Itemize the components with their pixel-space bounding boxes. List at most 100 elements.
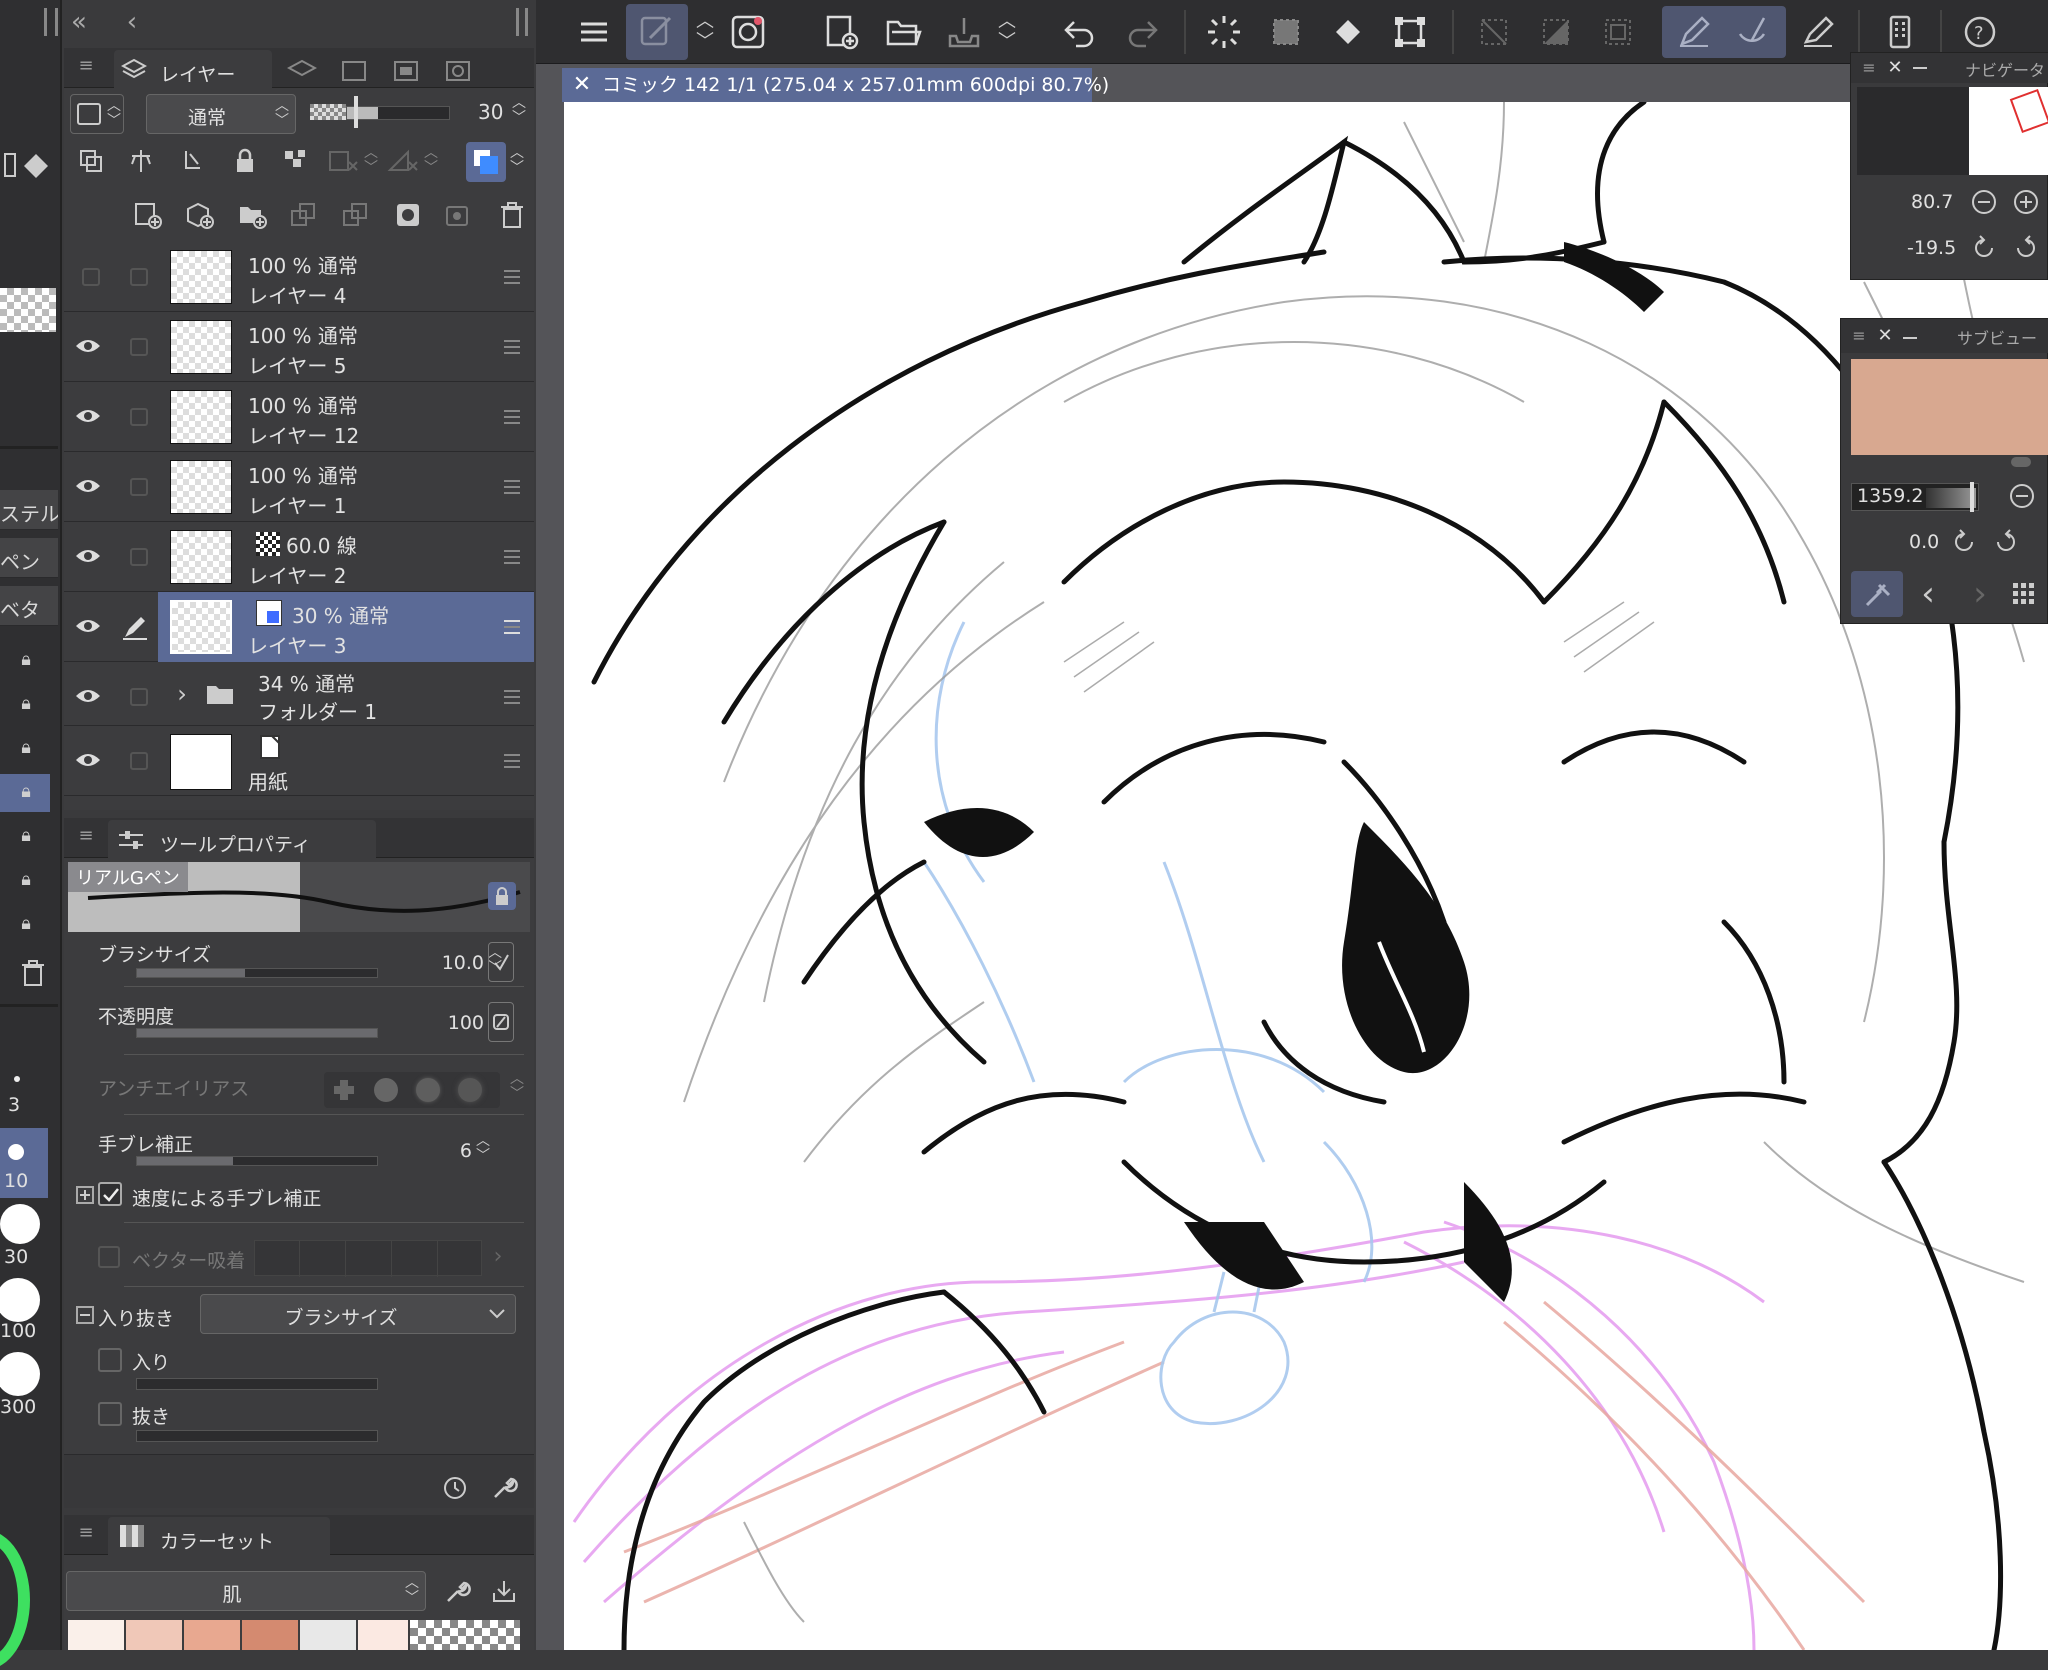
color-swatch-0[interactable]	[68, 1620, 124, 1650]
lock-checkbox[interactable]	[130, 268, 148, 286]
trash-icon[interactable]	[16, 956, 50, 990]
drag-handle-icon[interactable]	[504, 690, 520, 704]
opacity-pressure-button[interactable]	[488, 1002, 514, 1042]
quick-access-icon[interactable]	[728, 12, 768, 52]
download-icon[interactable]	[488, 1575, 520, 1607]
device-settings-icon[interactable]	[1880, 12, 1920, 52]
merge-down-icon[interactable]	[336, 198, 376, 232]
hamburger-icon[interactable]: ≡	[1849, 325, 1869, 347]
brush-size-10[interactable]: 10	[4, 1170, 28, 1192]
lock-icon[interactable]: 🔒︎	[14, 692, 38, 716]
collapse-minus-icon[interactable]	[76, 1306, 94, 1324]
updown-chevron-icon[interactable]: ︿ ﹀	[364, 146, 378, 176]
new-folder-icon[interactable]	[232, 198, 272, 232]
chevron-left-icon[interactable]: ‹	[1913, 577, 1943, 611]
layer-row[interactable]: 60.0 線 レイヤー 2	[64, 522, 534, 592]
mask-enable-icon[interactable]	[322, 144, 366, 178]
color-swatch-1[interactable]	[126, 1620, 182, 1650]
wrench-icon[interactable]	[442, 1575, 474, 1607]
lock-checkbox[interactable]	[130, 478, 148, 496]
lock-checkbox[interactable]	[130, 548, 148, 566]
rotate-left-icon[interactable]	[1969, 233, 1999, 263]
chevron-right-icon[interactable]: ›	[172, 680, 192, 708]
eye-icon[interactable]	[74, 612, 102, 640]
collapse-left-icon[interactable]: «	[64, 6, 94, 38]
antialias-mid-icon[interactable]	[416, 1078, 440, 1102]
tab-material-icon[interactable]	[386, 56, 426, 86]
new-page-icon[interactable]	[822, 12, 862, 52]
drag-handle-icon[interactable]	[504, 410, 520, 424]
sub-view-rotation-value[interactable]: 0.0	[1909, 531, 1939, 553]
rotate-right-icon[interactable]	[1991, 527, 2021, 557]
close-icon[interactable]: ✕	[1885, 57, 1905, 79]
subtool-item-2[interactable]: ベタ	[0, 586, 58, 626]
updown-chevron-icon[interactable]: ︿ ﹀	[476, 1134, 490, 1164]
create-mask-icon[interactable]	[388, 198, 428, 232]
lock-icon[interactable]	[488, 882, 516, 910]
navigator-preview[interactable]	[1969, 87, 2048, 175]
grid-icon[interactable]	[2009, 579, 2039, 609]
lock-layer-icon[interactable]	[228, 144, 262, 178]
vector-snap-checkbox[interactable]	[98, 1246, 120, 1268]
fill-icon[interactable]	[1328, 12, 1368, 52]
pen-snap-icon[interactable]	[1674, 12, 1714, 52]
drag-handle-icon[interactable]	[504, 754, 520, 768]
subtool-item-0[interactable]: ステル	[0, 490, 58, 530]
color-swatch-2[interactable]	[184, 1620, 240, 1650]
layer-row[interactable]: 100 % 通常 レイヤー 4	[64, 242, 534, 312]
hamburger-icon[interactable]: ≡	[74, 1521, 98, 1545]
color-swatch-3[interactable]	[242, 1620, 298, 1650]
taper-in-checkbox[interactable]	[98, 1348, 122, 1372]
taper-select[interactable]: ブラシサイズ	[200, 1294, 516, 1334]
eye-icon[interactable]	[74, 332, 102, 360]
expand-plus-icon[interactable]	[76, 1186, 94, 1204]
updown-chevron-icon[interactable]: ︿ ﹀	[510, 1072, 524, 1102]
chevron-right-icon[interactable]: ›	[1965, 577, 1995, 611]
taper-out-checkbox[interactable]	[98, 1402, 122, 1426]
transform-icon[interactable]	[1390, 12, 1430, 52]
antialias-none-icon[interactable]	[334, 1080, 354, 1100]
updown-chevron-icon[interactable]: ︿ ﹀	[696, 12, 714, 52]
color-wheel[interactable]	[0, 1530, 30, 1670]
brush-size-value[interactable]: 10.0	[404, 952, 484, 974]
eyedropper-button[interactable]	[1851, 571, 1903, 617]
lock-icon[interactable]: 🔒︎	[14, 648, 38, 672]
select-area-icon[interactable]	[1266, 12, 1306, 52]
zoom-in-icon[interactable]	[2011, 187, 2041, 217]
drag-handle-icon[interactable]	[504, 620, 520, 634]
drag-handle-icon[interactable]	[504, 340, 520, 354]
taper-in-slider[interactable]	[136, 1378, 378, 1390]
eye-icon[interactable]	[74, 472, 102, 500]
updown-chevron-icon[interactable]: ︿ ﹀	[510, 146, 524, 176]
close-icon[interactable]: ✕	[570, 72, 594, 98]
minimize-icon[interactable]	[1903, 337, 1917, 339]
lock-icon[interactable]: 🔒︎	[14, 824, 38, 848]
lock-icon[interactable]: 🔒︎	[14, 736, 38, 760]
expression-color-button[interactable]: ︿ ﹀	[70, 94, 124, 134]
minimize-icon[interactable]	[1913, 67, 1927, 69]
layer-row[interactable]: 100 % 通常 レイヤー 5	[64, 312, 534, 382]
pattern-swatch[interactable]	[0, 288, 56, 332]
opacity-value[interactable]: 100	[404, 1012, 484, 1034]
layer-opacity-value[interactable]: 30	[478, 100, 503, 124]
vector-snap-options[interactable]	[254, 1240, 482, 1277]
lock-checkbox[interactable]	[130, 338, 148, 356]
layer-row[interactable]: 100 % 通常 レイヤー 1	[64, 452, 534, 522]
color-swatch-4[interactable]	[300, 1620, 356, 1650]
new-raster-layer-icon[interactable]	[128, 198, 168, 232]
speed-stabilization-checkbox[interactable]	[98, 1182, 122, 1206]
layer-row-selected[interactable]: 30 % 通常 レイヤー 3	[64, 592, 534, 662]
lock-icon[interactable]: 🔒︎	[14, 912, 38, 936]
tab-search-layer-icon[interactable]	[438, 56, 478, 86]
visibility-checkbox[interactable]	[82, 268, 100, 286]
loading-icon[interactable]	[1204, 12, 1244, 52]
layer-opacity-slider[interactable]	[346, 106, 450, 120]
zoom-out-icon[interactable]	[2007, 481, 2037, 511]
layer-color-button[interactable]	[466, 142, 506, 182]
transfer-to-lower-icon[interactable]	[284, 198, 324, 232]
eye-icon[interactable]	[74, 682, 102, 710]
navigator-viewport[interactable]	[2009, 88, 2048, 134]
brush-size-3[interactable]: 3	[8, 1094, 20, 1116]
wrench-icon[interactable]	[490, 1472, 520, 1502]
menu-icon[interactable]	[576, 14, 612, 50]
